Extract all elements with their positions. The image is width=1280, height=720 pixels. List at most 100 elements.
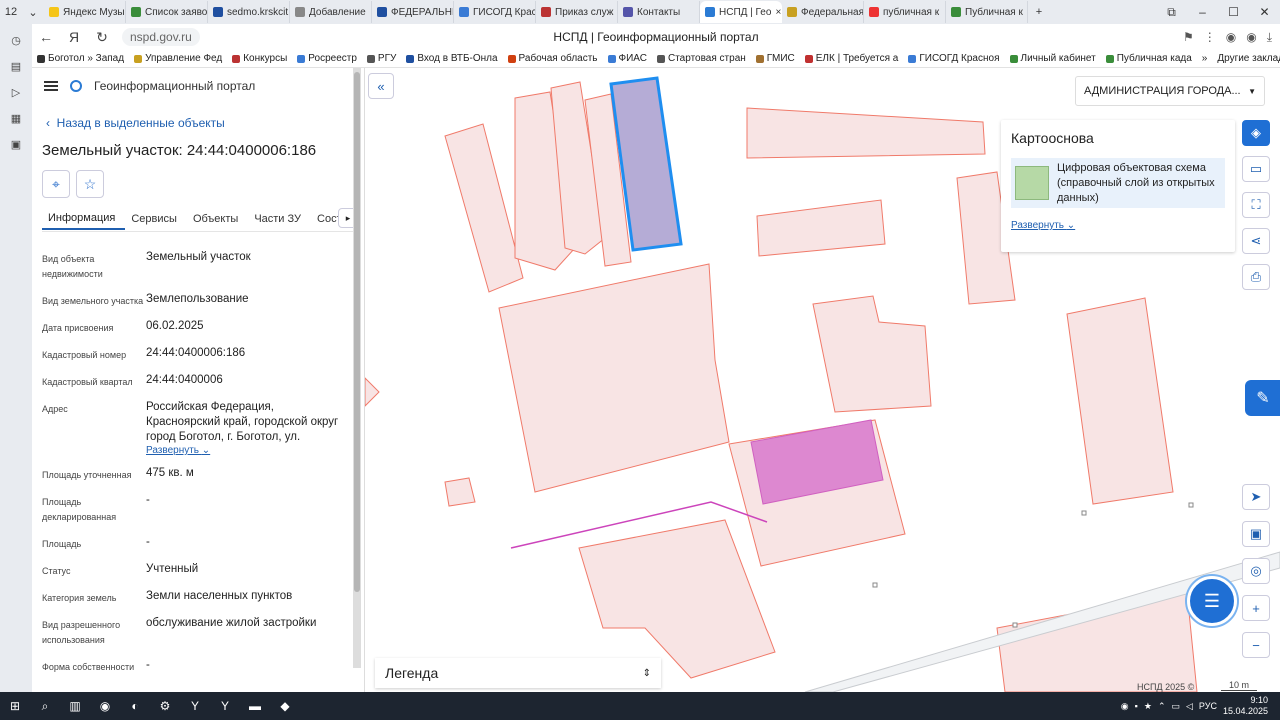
chrome-icon[interactable]: ◉ (90, 695, 120, 717)
app-icon[interactable]: ⚙ (150, 695, 180, 717)
browser-tab-active[interactable]: НСПД | Гео × (700, 1, 782, 23)
network-icon[interactable]: ▭ (1171, 701, 1180, 712)
browser-tab[interactable]: ГИСОГД Красн (454, 1, 536, 23)
basemap-option[interactable]: Цифровая объектовая схема (справочный сл… (1011, 158, 1225, 208)
tray-icon[interactable]: ◉ (1121, 701, 1129, 712)
land-parcel[interactable] (756, 199, 886, 257)
tray-icon[interactable]: ★ (1144, 701, 1152, 712)
bookmark-item[interactable]: Публичная када (1101, 53, 1197, 64)
search-icon[interactable]: ⌕ (30, 695, 60, 717)
scrollbar-thumb[interactable] (354, 72, 360, 592)
yandex-browser-icon[interactable]: Y (210, 695, 240, 717)
url-field[interactable]: nspd.gov.ru (122, 28, 200, 46)
support-side-button[interactable]: ✎ (1245, 380, 1280, 416)
close-window-icon[interactable]: ✕ (1249, 5, 1280, 20)
collections-icon[interactable]: ▣ (6, 134, 26, 154)
land-parcel[interactable] (498, 263, 730, 493)
chat-fab-button[interactable]: ☰ (1187, 576, 1237, 626)
zoom-in-button[interactable]: + (1242, 595, 1270, 621)
zoom-out-button[interactable]: − (1242, 632, 1270, 658)
bookmark-flag-icon[interactable]: ⚑ (1183, 30, 1194, 45)
tab-close-icon[interactable]: × (775, 7, 781, 18)
calendar-icon[interactable]: ▦ (6, 108, 26, 128)
navigate-button[interactable]: ➤ (1242, 484, 1270, 510)
select-area-button[interactable]: ⛶ (1242, 192, 1270, 218)
other-bookmarks[interactable]: Другие закладки (1212, 53, 1280, 64)
windows-start-icon[interactable]: ⊞ (0, 695, 30, 717)
locate-on-map-button[interactable]: ⌖ (42, 170, 70, 198)
tab-list-chevron-icon[interactable]: ⌄ (22, 2, 44, 22)
language-indicator[interactable]: РУС (1199, 701, 1217, 711)
browser-tab[interactable]: ФЕДЕРАЛЬНЫЙ (372, 1, 454, 23)
panel-scrollbar[interactable] (353, 68, 361, 668)
history-clock-icon[interactable]: ◷ (6, 30, 26, 50)
file-explorer-icon[interactable]: ▬ (240, 695, 270, 717)
clock[interactable]: 9:10 15.04.2025 (1223, 695, 1268, 717)
edge-icon[interactable]: ◐ (120, 695, 150, 717)
legend-panel[interactable]: Легенда ⇕ (375, 658, 661, 688)
back-arrow-icon[interactable]: ← (32, 29, 60, 45)
land-parcel[interactable] (578, 519, 776, 679)
more-menu-icon[interactable]: ⋮ (1204, 30, 1216, 45)
browser-tab[interactable]: Публичная к (946, 1, 1028, 23)
bookmark-item[interactable]: ФИАС (603, 53, 652, 64)
bookmark-manager-icon[interactable]: ⧉ (1156, 5, 1187, 20)
reload-icon[interactable]: ↻ (88, 29, 116, 46)
layers-button[interactable]: ◈ (1242, 120, 1270, 146)
collapse-panel-button[interactable]: « (368, 73, 394, 99)
land-parcel[interactable] (1066, 297, 1174, 505)
app-icon[interactable]: ◆ (270, 695, 300, 717)
extension-icon[interactable]: ◉ (1246, 30, 1256, 45)
browser-tab[interactable]: Приказ служ (536, 1, 618, 23)
browser-tab[interactable]: sedmo.krskcit (208, 1, 290, 23)
play-icon[interactable]: ▷ (6, 82, 26, 102)
volume-icon[interactable]: ◁ (1186, 701, 1193, 712)
bookmark-item[interactable]: Конкурсы (227, 53, 292, 64)
extension-icon[interactable]: ◉ (1226, 30, 1236, 45)
land-parcel[interactable] (746, 107, 986, 159)
bookmark-item[interactable]: ГМИС (751, 53, 800, 64)
tab-services[interactable]: Сервисы (125, 208, 187, 230)
yandex-logo-icon[interactable]: Я (60, 29, 88, 45)
browser-tab[interactable]: Добавление (290, 1, 372, 23)
favorite-button[interactable]: ☆ (76, 170, 104, 198)
tab-objects[interactable]: Объекты (187, 208, 248, 230)
bookmarks-overflow-icon[interactable]: » (1197, 53, 1213, 64)
bookmark-item[interactable]: РГУ (362, 53, 401, 64)
bookmark-item[interactable]: Стартовая стран (652, 53, 751, 64)
bookmark-item[interactable]: Боготол » Запад (32, 53, 129, 64)
browser-tab[interactable]: Список заявок (126, 1, 208, 23)
task-view-icon[interactable]: ▥ (60, 695, 90, 717)
admin-select-dropdown[interactable]: АДМИНИСТРАЦИЯ ГОРОДА... ▼ (1075, 76, 1265, 106)
share-button[interactable]: ⋖ (1242, 228, 1270, 254)
bookmark-item[interactable]: Управление Фед (129, 53, 227, 64)
minimap-button[interactable]: ▣ (1242, 521, 1270, 547)
bookmark-item[interactable]: Рабочая область (503, 53, 603, 64)
land-parcel[interactable] (444, 123, 524, 293)
address-expand-link[interactable]: Развернуть ⌄ (146, 445, 342, 456)
tab-count-badge[interactable]: 12 (0, 2, 22, 22)
bookmark-item[interactable]: Росреестр (292, 53, 362, 64)
land-parcel[interactable] (812, 295, 932, 413)
land-parcel[interactable] (365, 377, 380, 407)
yandex-icon[interactable]: Y (180, 695, 210, 717)
download-icon[interactable]: ⤓ (1267, 30, 1272, 45)
new-tab-plus-icon[interactable]: + (1028, 2, 1050, 22)
browser-tab[interactable]: Яндекс Музыка (44, 1, 126, 23)
browser-tab[interactable]: Федеральная (782, 1, 864, 23)
land-parcel[interactable] (444, 477, 476, 507)
tray-icon[interactable]: ▪ (1135, 701, 1138, 711)
bookmark-item[interactable]: ГИСОГД Красноя (903, 53, 1004, 64)
notes-icon[interactable]: ▤ (6, 56, 26, 76)
back-to-selected-link[interactable]: ‹ Назад в выделенные объекты (46, 116, 225, 130)
tray-icon[interactable]: ⌃ (1158, 701, 1166, 712)
geolocation-button[interactable]: ◎ (1242, 558, 1270, 584)
browser-tab[interactable]: публичная к (864, 1, 946, 23)
browser-tab[interactable]: Контакты (618, 1, 700, 23)
print-button[interactable]: ⎙ (1242, 264, 1270, 290)
maximize-icon[interactable]: ☐ (1218, 5, 1249, 20)
tab-information[interactable]: Информация (42, 208, 126, 230)
basemap-expand-link[interactable]: Развернуть ⌄ (1011, 220, 1225, 231)
ruler-button[interactable]: ▭ (1242, 156, 1270, 182)
map-view[interactable]: « АДМИНИСТРАЦИЯ ГОРОДА... ▼ Картооснова Ц… (365, 68, 1280, 692)
